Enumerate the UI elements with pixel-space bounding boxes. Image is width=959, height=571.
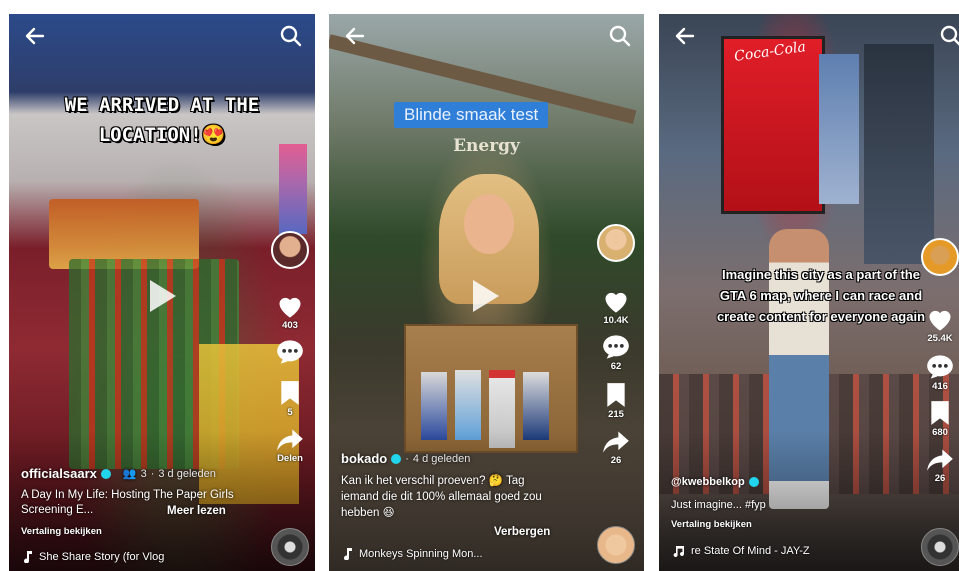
caption: Just imagine... #fyp (671, 499, 766, 511)
verified-icon (391, 453, 402, 464)
translate-link[interactable]: Vertaling bekijken (671, 519, 752, 530)
play-icon[interactable] (473, 280, 499, 312)
overlay-title: Blinde smaak test (394, 102, 549, 128)
music-row[interactable]: Monkeys Spinning Mon... (343, 548, 483, 560)
save-count: 5 (287, 407, 293, 418)
bookmark-icon[interactable] (929, 400, 951, 426)
share-label: Delen (277, 453, 303, 464)
comment-icon[interactable] (926, 354, 954, 380)
action-rail: 10.4K 62 215 26 (593, 224, 639, 466)
video-screen-1[interactable]: WE ARRIVED AT THE LOCATION!😍 403 5 Delen… (9, 14, 315, 571)
verified-icon (748, 477, 759, 487)
play-icon[interactable] (150, 280, 176, 312)
username-row[interactable]: officialsaarx 👥 3 · 3 d geleden (21, 466, 216, 481)
username-row[interactable]: @kwebbelkop (671, 476, 759, 488)
search-icon[interactable] (939, 24, 959, 48)
post-time: 3 d geleden (158, 467, 216, 480)
action-rail: 403 5 Delen (267, 231, 313, 464)
comment-icon[interactable] (602, 334, 630, 360)
comment-icon[interactable] (276, 339, 304, 365)
bookmark-icon[interactable] (279, 380, 301, 406)
action-rail: 25.4K 416 680 26 (917, 238, 959, 484)
share-icon[interactable] (276, 428, 304, 452)
meta-separator: · (405, 452, 409, 465)
follower-count: 3 (140, 467, 147, 480)
can-4 (523, 372, 549, 440)
building (864, 44, 934, 264)
search-icon[interactable] (608, 24, 632, 48)
share-icon[interactable] (926, 448, 954, 472)
back-arrow-icon[interactable] (673, 24, 697, 48)
back-arrow-icon[interactable] (23, 24, 47, 48)
tower (819, 54, 859, 204)
music-title: re State Of Mind - JAY-Z (691, 545, 810, 557)
can-2 (455, 370, 481, 440)
hide-link[interactable]: Verbergen (494, 525, 550, 540)
save-count: 215 (608, 409, 624, 420)
follower-icon: 👥 (122, 468, 137, 480)
music-note-icon (24, 551, 32, 563)
music-row[interactable]: re State Of Mind - JAY-Z (673, 545, 810, 557)
username[interactable]: @kwebbelkop (671, 476, 745, 488)
music-disc[interactable] (921, 528, 959, 566)
heart-icon[interactable] (276, 293, 304, 319)
can-1 (421, 372, 447, 440)
username-row[interactable]: bokado · 4 d geleden (341, 451, 470, 466)
heart-icon[interactable] (926, 306, 954, 332)
translate-link[interactable]: Vertaling bekijken (21, 526, 102, 537)
music-disc[interactable] (271, 528, 309, 566)
meta-separator: · (150, 467, 155, 480)
overlay-subtitle: Energy (453, 136, 520, 156)
avatar[interactable] (271, 231, 309, 269)
back-arrow-icon[interactable] (343, 24, 367, 48)
share-count: 26 (610, 455, 622, 466)
like-count: 403 (282, 320, 298, 331)
heart-icon[interactable] (602, 288, 630, 314)
overlay-title: WE ARRIVED AT THE LOCATION!😍 (64, 94, 260, 146)
avatar[interactable] (597, 224, 635, 262)
share-count: 26 (934, 473, 946, 484)
caption: Kan ik het verschil proeven? 🤔 Tag ieman… (341, 475, 542, 519)
music-note-icon (673, 546, 684, 557)
like-count: 25.4K (927, 333, 953, 344)
search-icon[interactable] (279, 24, 303, 48)
bookmark-icon[interactable] (605, 382, 627, 408)
music-note-icon (344, 548, 352, 560)
music-title: She Share Story (for Vlog (39, 551, 165, 563)
verified-icon (100, 468, 111, 479)
person-face (464, 194, 514, 254)
music-disc[interactable] (597, 526, 635, 564)
like-count: 10.4K (603, 315, 629, 326)
video-screen-2[interactable]: Blinde smaak test Energy 10.4K 62 215 26… (329, 14, 644, 571)
comment-count: 62 (610, 361, 622, 372)
overlay-caption: Imagine this city as a part of the GTA 6… (716, 267, 926, 324)
read-more-link[interactable]: Meer lezen (167, 504, 226, 519)
music-row[interactable]: She Share Story (for Vlog (23, 551, 164, 563)
share-icon[interactable] (602, 430, 630, 454)
post-time: 4 d geleden (412, 452, 471, 465)
username[interactable]: bokado (341, 451, 387, 466)
avatar[interactable] (921, 238, 959, 276)
username[interactable]: officialsaarx (21, 466, 97, 481)
save-count: 680 (932, 427, 948, 438)
music-title: Monkeys Spinning Mon... (359, 548, 483, 560)
poster (279, 144, 307, 234)
comment-count: 416 (932, 381, 948, 392)
video-screen-3[interactable]: Coca-Cola Imagine this city as a part of… (659, 14, 959, 571)
